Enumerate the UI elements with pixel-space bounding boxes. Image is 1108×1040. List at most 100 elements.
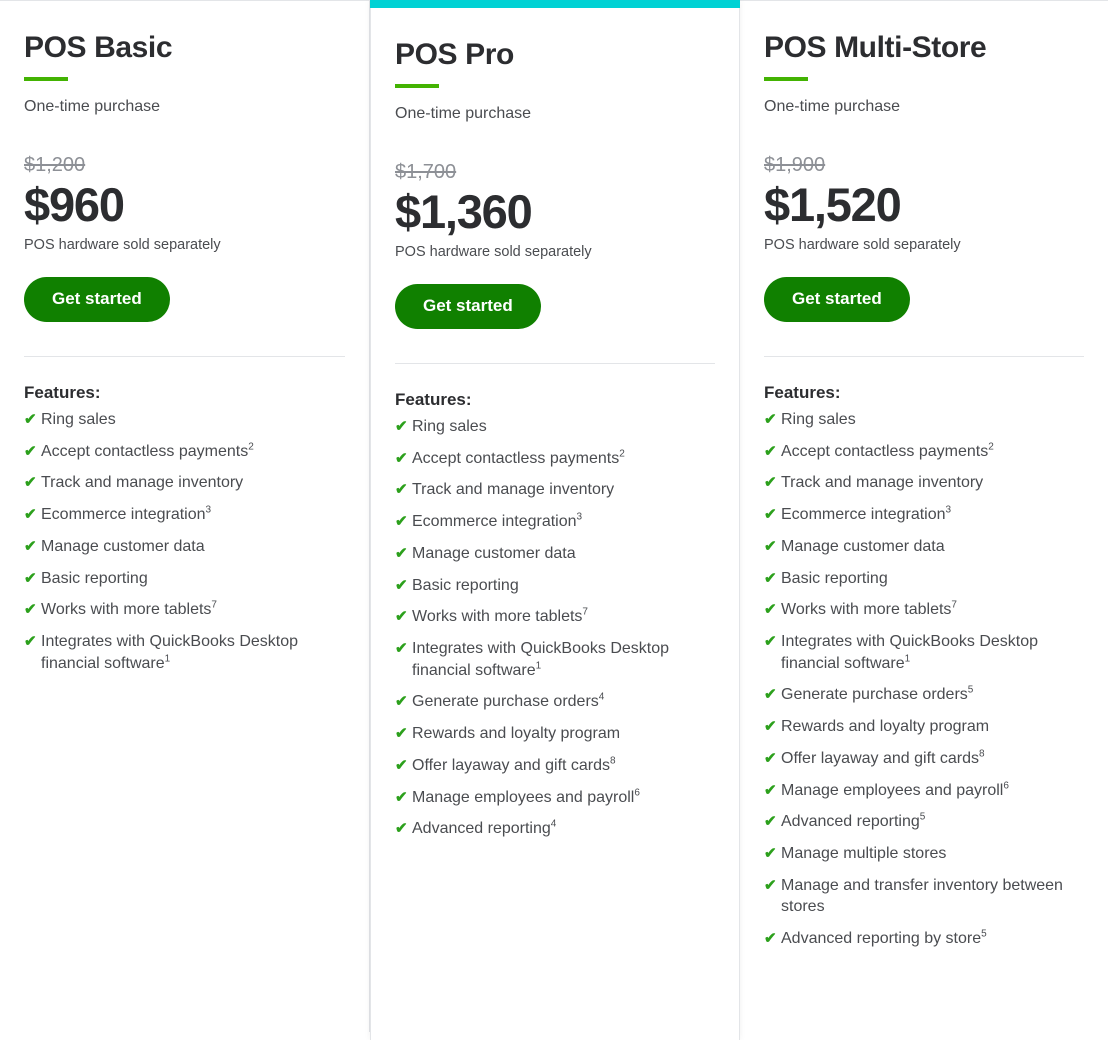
feature-label: Rewards and loyalty program (781, 718, 990, 736)
feature-label: Ecommerce integration3 (781, 504, 952, 524)
feature-item: ✔ Advanced reporting4 (395, 818, 715, 840)
check-icon: ✔ (395, 640, 408, 658)
feature-label: Manage customer data (41, 537, 205, 555)
hardware-disclaimer: POS hardware sold separately (395, 244, 592, 261)
feature-label: Manage employees and payroll6 (781, 780, 1009, 799)
current-price: $960 (24, 178, 125, 232)
feature-item: ✔ Manage customer data (764, 536, 1084, 558)
footnote-marker: 7 (582, 607, 588, 619)
hardware-disclaimer: POS hardware sold separately (24, 237, 221, 254)
check-icon: ✔ (395, 725, 408, 743)
feature-label: Manage employees and payroll6 (412, 787, 640, 806)
title-underline-accent (24, 76, 68, 81)
check-icon: ✔ (764, 813, 777, 831)
pricing-card-pos-pro: POS Pro One-time purchase $1,700 $1,360 … (370, 0, 740, 1040)
feature-label: Ecommerce integration3 (412, 511, 583, 531)
feature-label: Works with more tablets7 (781, 600, 957, 619)
check-icon: ✔ (764, 474, 777, 492)
feature-label: Integrates with QuickBooks Desktop finan… (41, 633, 299, 672)
feature-item: ✔ Ecommerce integration3 (24, 504, 345, 526)
feature-item: ✔ Basic reporting (764, 568, 1084, 590)
feature-item: ✔ Track and manage inventory (395, 479, 715, 501)
check-icon: ✔ (24, 537, 37, 555)
feature-label: Advanced reporting4 (412, 819, 557, 838)
check-icon: ✔ (24, 506, 37, 524)
section-divider (395, 362, 715, 364)
footnote-marker: 2 (619, 448, 625, 460)
feature-item: ✔ Basic reporting (24, 568, 345, 590)
plan-title: POS Basic (24, 31, 173, 64)
footnote-marker: 2 (988, 441, 994, 453)
current-price: $1,360 (395, 185, 533, 239)
check-icon: ✔ (764, 633, 777, 651)
feature-item: ✔ Works with more tablets7 (24, 599, 345, 621)
feature-label: Advanced reporting5 (781, 812, 926, 831)
feature-label: Works with more tablets7 (412, 607, 588, 626)
plan-title: POS Pro (395, 38, 514, 71)
footnote-marker: 3 (576, 511, 583, 523)
billing-period-label: One-time purchase (24, 97, 161, 115)
feature-label: Ring sales (781, 410, 856, 428)
check-icon: ✔ (764, 410, 777, 428)
check-icon: ✔ (764, 930, 777, 948)
feature-label: Basic reporting (412, 576, 519, 594)
footnote-marker: 6 (634, 787, 640, 799)
features-list: ✔ Ring sales ✔ Accept contactless payments2… (24, 409, 345, 674)
check-icon: ✔ (764, 781, 777, 799)
check-icon: ✔ (764, 845, 777, 863)
check-icon: ✔ (24, 601, 37, 619)
feature-label: Accept contactless payments2 (412, 448, 625, 467)
check-icon: ✔ (24, 633, 37, 651)
get-started-button[interactable]: Get started (764, 276, 910, 322)
feature-label: Offer layaway and gift cards8 (412, 755, 616, 774)
feature-label: Accept contactless payments2 (781, 441, 994, 460)
footnote-marker: 3 (205, 504, 212, 516)
footnote-marker: 8 (979, 748, 985, 760)
feature-item: ✔ Generate purchase orders5 (764, 684, 1084, 706)
feature-label: Integrates with QuickBooks Desktop finan… (412, 640, 670, 679)
feature-item: ✔ Basic reporting (395, 575, 715, 597)
feature-item: ✔ Accept contactless payments2 (24, 441, 345, 463)
feature-item: ✔ Manage employees and payroll6 (764, 780, 1084, 802)
footnote-marker: 7 (211, 600, 217, 612)
check-icon: ✔ (395, 788, 408, 806)
check-icon: ✔ (764, 749, 777, 767)
feature-label: Manage and transfer inventory between st… (781, 876, 1063, 916)
feature-item: ✔ Ring sales (395, 416, 715, 438)
features-list: ✔ Ring sales ✔ Accept contactless payments2… (395, 416, 715, 840)
pricing-plan-grid: POS Basic One-time purchase $1,200 $960 … (0, 0, 1108, 1040)
feature-item: ✔ Track and manage inventory (24, 472, 345, 494)
check-icon: ✔ (395, 481, 408, 499)
feature-label: Track and manage inventory (412, 481, 615, 499)
feature-item: ✔ Advanced reporting by store5 (764, 928, 1084, 950)
feature-label: Manage customer data (412, 544, 576, 562)
feature-label: Basic reporting (781, 569, 888, 587)
feature-item: ✔ Accept contactless payments2 (395, 448, 715, 470)
price-block: $1,900 $1,520 POS hardware sold separate… (764, 153, 1084, 254)
billing-period-label: One-time purchase (395, 104, 532, 122)
pricing-card-pos-multi-store: POS Multi-Store One-time purchase $1,900… (740, 0, 1108, 1032)
get-started-button[interactable]: Get started (24, 276, 170, 322)
title-underline-accent (395, 83, 439, 88)
get-started-button[interactable]: Get started (395, 283, 541, 329)
feature-item: ✔ Ring sales (764, 409, 1084, 431)
price-block: $1,200 $960 POS hardware sold separately (24, 153, 345, 254)
feature-item: ✔ Ecommerce integration3 (395, 511, 715, 533)
footnote-marker: 1 (535, 660, 542, 672)
feature-label: Ring sales (41, 410, 116, 428)
footnote-marker: 1 (904, 653, 911, 665)
feature-item: ✔ Manage customer data (24, 536, 345, 558)
footnote-marker: 8 (610, 755, 616, 767)
footnote-marker: 3 (945, 504, 952, 516)
check-icon: ✔ (764, 506, 777, 524)
check-icon: ✔ (764, 537, 777, 555)
feature-label: Basic reporting (41, 569, 148, 587)
feature-label: Rewards and loyalty program (412, 725, 621, 743)
feature-item: ✔ Track and manage inventory (764, 472, 1084, 494)
features-heading: Features: (764, 382, 841, 402)
price-block: $1,700 $1,360 POS hardware sold separate… (395, 160, 715, 261)
feature-item: ✔ Offer layaway and gift cards8 (395, 755, 715, 777)
feature-item: ✔ Integrates with QuickBooks Desktop fina… (395, 638, 715, 681)
title-underline-accent (764, 76, 808, 81)
check-icon: ✔ (764, 876, 777, 894)
